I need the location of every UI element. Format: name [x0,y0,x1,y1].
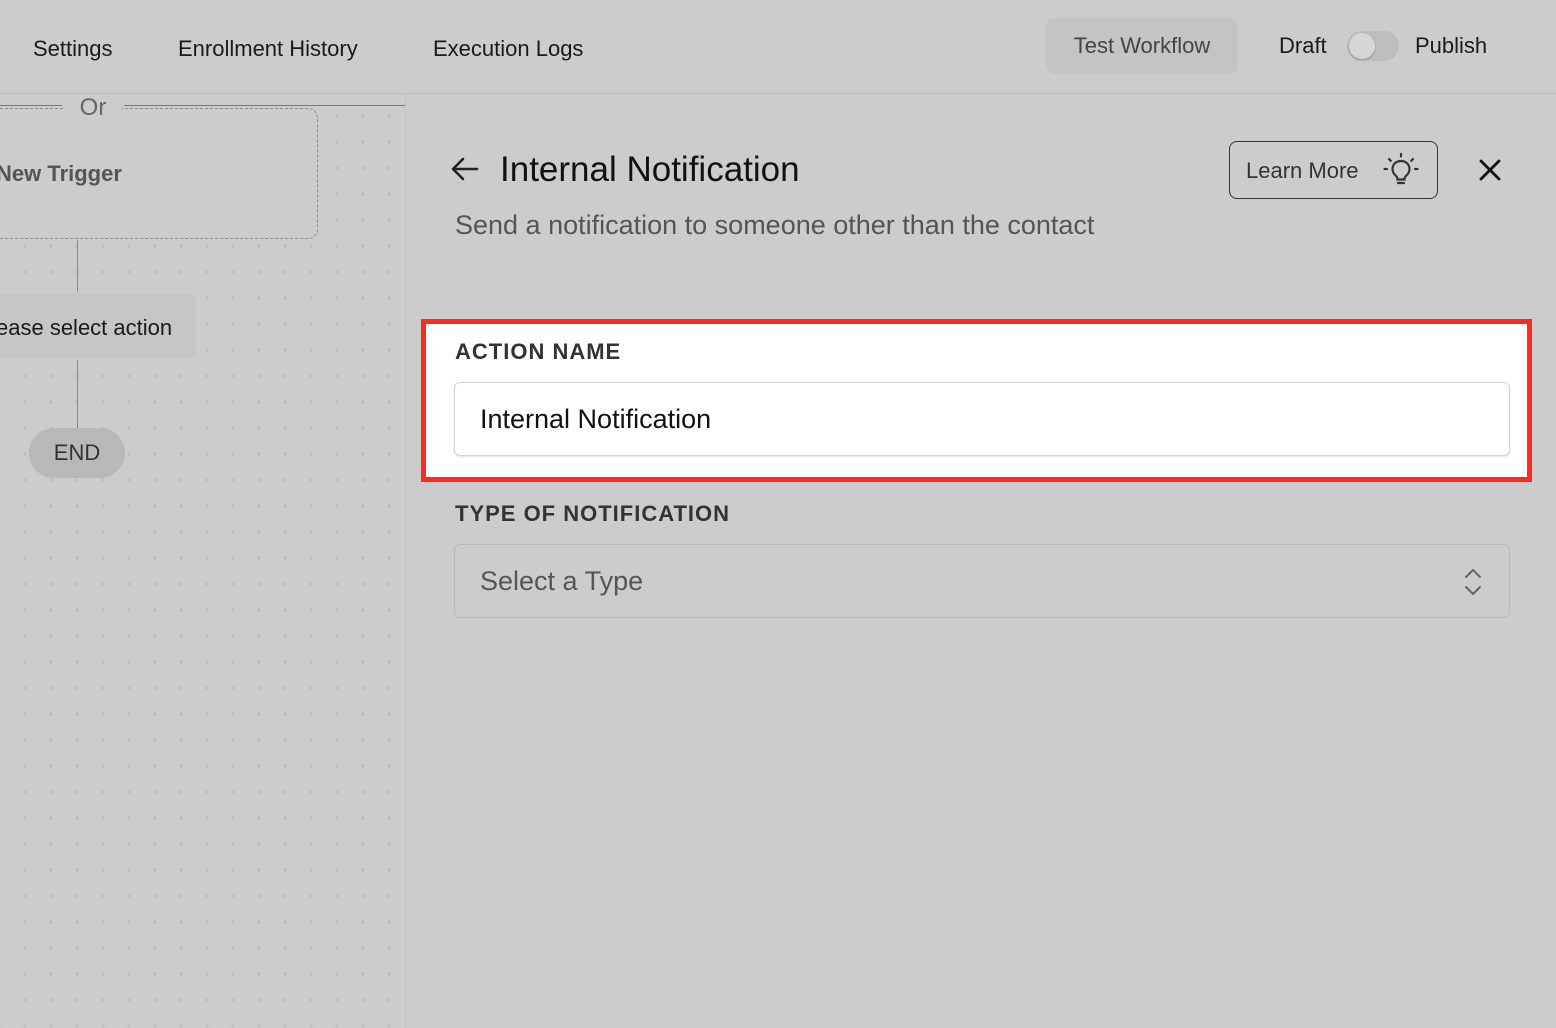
learn-more-label: Learn More [1246,158,1359,183]
action-name-input[interactable] [454,382,1510,456]
draft-label: Draft [1279,33,1327,58]
toggle-knob [1349,33,1375,59]
learn-more-button[interactable]: Learn More [1229,141,1438,199]
type-of-notification-label: TYPE OF NOTIFICATION [455,501,731,526]
or-label: Or [64,95,122,122]
action-name-label: ACTION NAME [455,339,622,364]
publish-toggle[interactable] [1347,31,1399,61]
panel-title: Internal Notification [500,150,800,189]
add-trigger-label[interactable]: New Trigger [0,161,122,187]
connector-line [77,240,78,292]
notification-type-select[interactable]: Select a Type [454,544,1510,618]
tab-execution-logs[interactable]: Execution Logs [433,36,583,62]
or-divider-right [124,105,405,106]
arrow-left-icon[interactable] [449,153,481,185]
lightbulb-icon [1383,152,1419,185]
select-action-label[interactable]: ease select action [0,315,172,341]
chevron-up-down-icon [1465,569,1481,595]
workflow-canvas[interactable]: Or New Trigger ease select action END [0,95,406,1028]
or-divider-left [0,105,62,106]
publish-label: Publish [1415,33,1488,58]
test-workflow-button[interactable]: Test Workflow [1046,18,1238,74]
close-icon[interactable] [1474,154,1506,186]
notification-type-placeholder: Select a Type [480,566,644,596]
tab-settings[interactable]: Settings [33,36,113,62]
top-bar: Settings Enrollment History Execution Lo… [0,0,1556,94]
connector-line [77,360,78,428]
panel-subtitle: Send a notification to someone other tha… [455,210,1095,240]
tab-enrollment-history[interactable]: Enrollment History [178,36,358,62]
end-node: END [29,428,125,478]
